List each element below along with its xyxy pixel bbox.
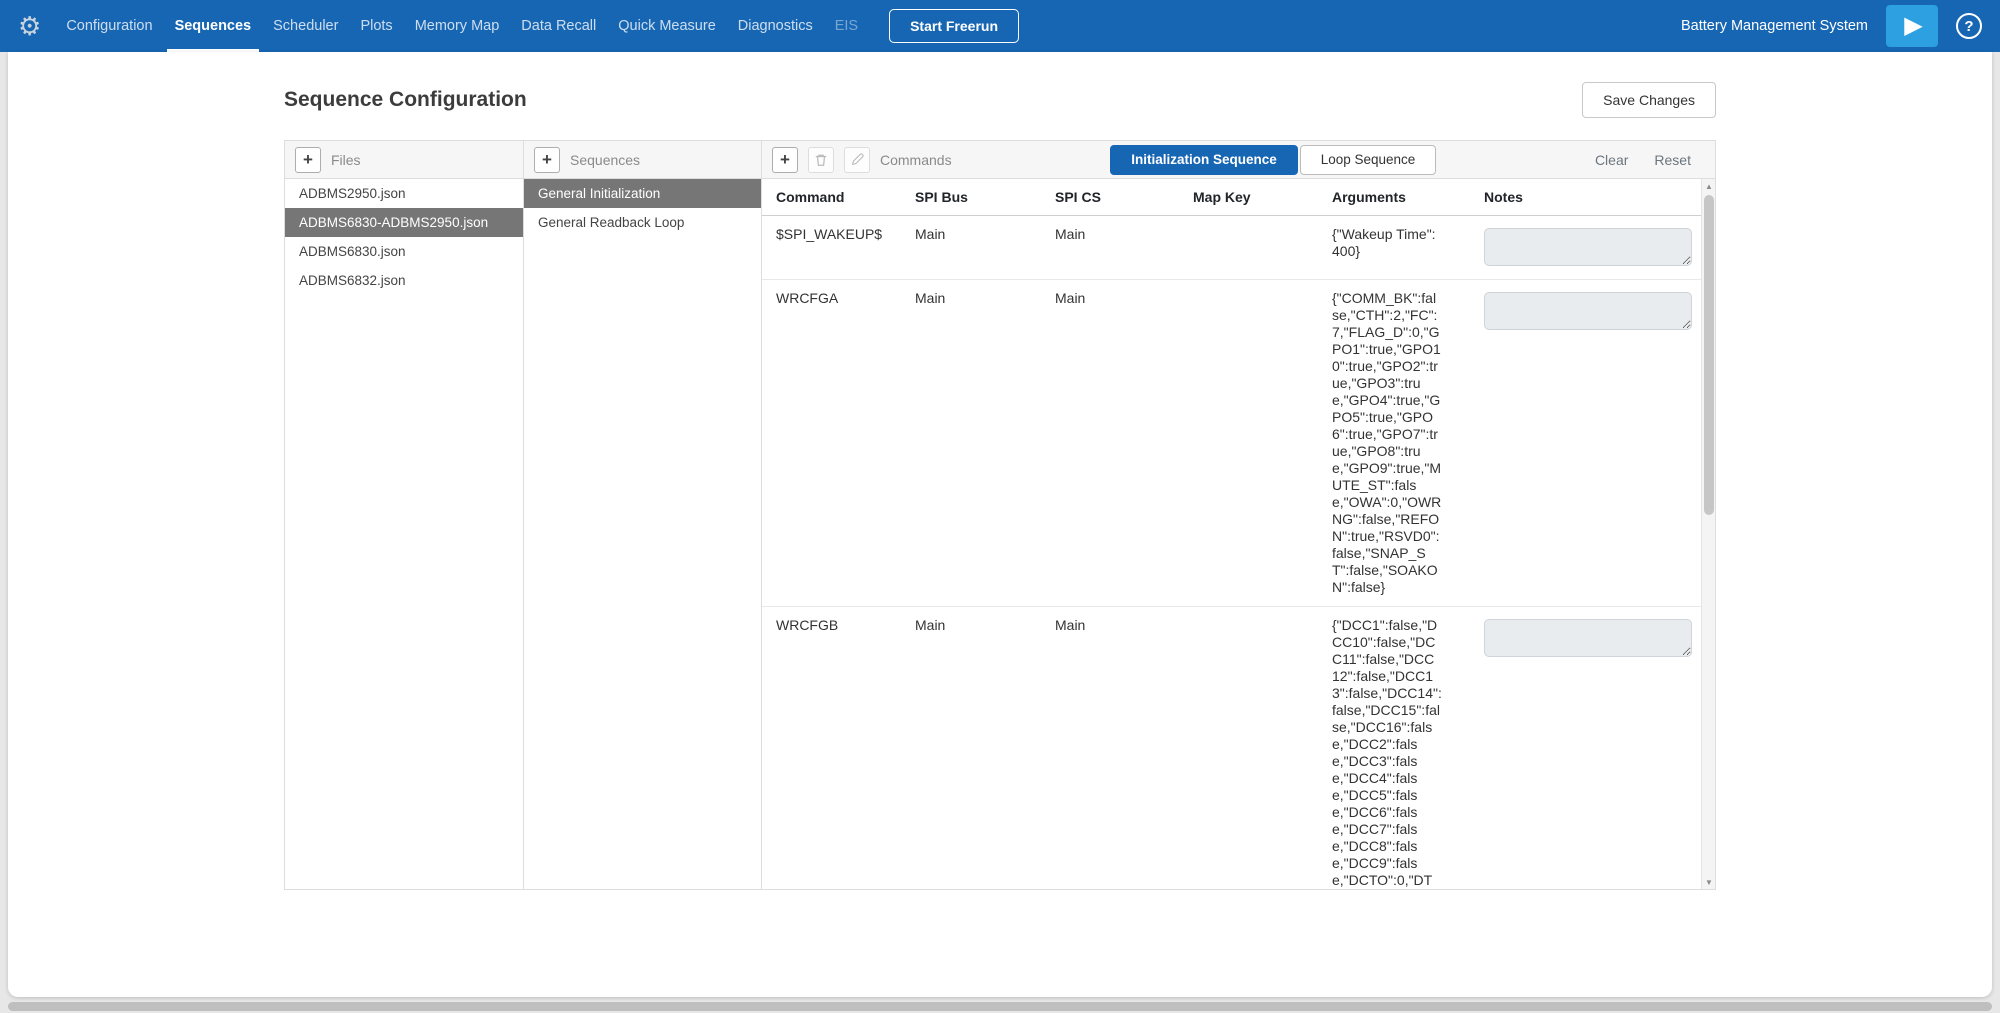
cell-spi-cs: Main bbox=[1047, 280, 1185, 606]
top-navbar: ⚙ Configuration Sequences Scheduler Plot… bbox=[0, 0, 2000, 52]
cell-spi-bus: Main bbox=[907, 607, 1047, 889]
loop-sequence-tab[interactable]: Loop Sequence bbox=[1300, 145, 1437, 175]
commands-table-wrap: Command SPI Bus SPI CS Map Key Arguments… bbox=[762, 179, 1715, 889]
files-panel-header: + Files bbox=[285, 141, 523, 179]
col-notes: Notes bbox=[1476, 179, 1701, 215]
nav-eis: EIS bbox=[827, 0, 866, 52]
cell-notes bbox=[1476, 216, 1701, 279]
scroll-down-icon[interactable]: ▼ bbox=[1702, 875, 1715, 889]
scroll-up-icon[interactable]: ▲ bbox=[1702, 179, 1715, 193]
add-sequence-button[interactable]: + bbox=[534, 147, 560, 173]
reset-link[interactable]: Reset bbox=[1654, 152, 1691, 168]
nav-data-recall[interactable]: Data Recall bbox=[513, 0, 604, 52]
cell-arguments: {"DCC1":false,"DCC10":false,"DCC11":fals… bbox=[1324, 607, 1476, 889]
notes-textarea[interactable] bbox=[1484, 292, 1692, 330]
commands-table-header: Command SPI Bus SPI CS Map Key Arguments… bbox=[762, 179, 1701, 216]
commands-panel-header: + Commands Initialization Sequence Loop … bbox=[762, 141, 1715, 179]
app-title: Battery Management System bbox=[1681, 18, 1868, 34]
cell-command: $SPI_WAKEUP$ bbox=[762, 216, 907, 279]
cell-spi-cs: Main bbox=[1047, 216, 1185, 279]
initialization-sequence-tab[interactable]: Initialization Sequence bbox=[1110, 145, 1298, 175]
sequences-panel-header: + Sequences bbox=[524, 141, 761, 179]
sequence-type-toggle: Initialization Sequence Loop Sequence bbox=[1110, 145, 1436, 175]
sequences-panel: + Sequences General Initialization Gener… bbox=[523, 141, 761, 889]
cell-arguments: {"Wakeup Time":400} bbox=[1324, 216, 1476, 279]
add-command-button[interactable]: + bbox=[772, 147, 798, 173]
sequences-panel-title: Sequences bbox=[570, 152, 640, 168]
cell-map-key bbox=[1185, 216, 1324, 279]
file-item[interactable]: ADBMS6830.json bbox=[285, 237, 523, 266]
main-card: Sequence Configuration Save Changes + Fi… bbox=[8, 52, 1992, 997]
cell-arguments: {"COMM_BK":false,"CTH":2,"FC":7,"FLAG_D"… bbox=[1324, 280, 1476, 606]
cell-spi-bus: Main bbox=[907, 280, 1047, 606]
col-map-key: Map Key bbox=[1185, 179, 1324, 215]
sequence-item-selected[interactable]: General Initialization bbox=[524, 179, 761, 208]
command-row[interactable]: $SPI_WAKEUP$ Main Main {"Wakeup Time":40… bbox=[762, 216, 1701, 280]
save-changes-button[interactable]: Save Changes bbox=[1582, 82, 1716, 118]
file-item[interactable]: ADBMS6832.json bbox=[285, 266, 523, 295]
command-row[interactable]: WRCFGB Main Main {"DCC1":false,"DCC10":f… bbox=[762, 607, 1701, 889]
notes-textarea[interactable] bbox=[1484, 619, 1692, 657]
commands-header-links: Clear Reset bbox=[1595, 152, 1705, 168]
delete-command-button[interactable] bbox=[808, 147, 834, 173]
pencil-icon bbox=[851, 153, 864, 166]
page-title: Sequence Configuration bbox=[284, 88, 527, 112]
settings-gear-icon[interactable]: ⚙ bbox=[18, 13, 41, 39]
files-panel: + Files ADBMS2950.json ADBMS6830-ADBMS29… bbox=[284, 141, 523, 889]
file-item[interactable]: ADBMS2950.json bbox=[285, 179, 523, 208]
cell-notes bbox=[1476, 607, 1701, 889]
question-mark-icon: ? bbox=[1964, 18, 1973, 35]
nav-memory-map[interactable]: Memory Map bbox=[407, 0, 508, 52]
window-horizontal-scrollbar[interactable] bbox=[8, 1002, 1992, 1011]
cell-map-key bbox=[1185, 280, 1324, 606]
play-button[interactable]: ▶ bbox=[1886, 5, 1938, 47]
command-row[interactable]: WRCFGA Main Main {"COMM_BK":false,"CTH":… bbox=[762, 280, 1701, 607]
commands-table: Command SPI Bus SPI CS Map Key Arguments… bbox=[762, 179, 1701, 889]
commands-panel-title: Commands bbox=[880, 152, 952, 168]
nav-sequences[interactable]: Sequences bbox=[167, 0, 260, 52]
panels-container: + Files ADBMS2950.json ADBMS6830-ADBMS29… bbox=[284, 140, 1716, 890]
cell-spi-cs: Main bbox=[1047, 607, 1185, 889]
page-header: Sequence Configuration Save Changes bbox=[284, 52, 1716, 140]
file-item-selected[interactable]: ADBMS6830-ADBMS2950.json bbox=[285, 208, 523, 237]
start-freerun-button[interactable]: Start Freerun bbox=[889, 9, 1019, 43]
cell-map-key bbox=[1185, 607, 1324, 889]
add-file-button[interactable]: + bbox=[295, 147, 321, 173]
nav-diagnostics[interactable]: Diagnostics bbox=[730, 0, 821, 52]
nav-quick-measure[interactable]: Quick Measure bbox=[610, 0, 724, 52]
nav-configuration[interactable]: Configuration bbox=[58, 0, 160, 52]
navbar-right-group: Battery Management System ▶ ? bbox=[1681, 5, 1982, 47]
sequence-item[interactable]: General Readback Loop bbox=[524, 208, 761, 237]
col-spi-cs: SPI CS bbox=[1047, 179, 1185, 215]
notes-textarea[interactable] bbox=[1484, 228, 1692, 266]
scrollbar-thumb[interactable] bbox=[1704, 195, 1714, 515]
trash-icon bbox=[814, 153, 828, 167]
help-button[interactable]: ? bbox=[1956, 13, 1982, 39]
play-icon: ▶ bbox=[1904, 14, 1922, 38]
col-arguments: Arguments bbox=[1324, 179, 1476, 215]
main-nav: Configuration Sequences Scheduler Plots … bbox=[55, 0, 869, 52]
commands-scrollbar[interactable]: ▲ ▼ bbox=[1701, 179, 1715, 889]
col-spi-bus: SPI Bus bbox=[907, 179, 1047, 215]
cell-command: WRCFGA bbox=[762, 280, 907, 606]
files-panel-title: Files bbox=[331, 152, 361, 168]
edit-command-button[interactable] bbox=[844, 147, 870, 173]
sequences-list: General Initialization General Readback … bbox=[524, 179, 761, 237]
commands-panel: + Commands Initialization Sequence Loop … bbox=[761, 141, 1716, 889]
files-list: ADBMS2950.json ADBMS6830-ADBMS2950.json … bbox=[285, 179, 523, 295]
cell-command: WRCFGB bbox=[762, 607, 907, 889]
cell-notes bbox=[1476, 280, 1701, 606]
nav-scheduler[interactable]: Scheduler bbox=[265, 0, 346, 52]
nav-plots[interactable]: Plots bbox=[352, 0, 400, 52]
clear-link[interactable]: Clear bbox=[1595, 152, 1628, 168]
cell-spi-bus: Main bbox=[907, 216, 1047, 279]
col-command: Command bbox=[762, 179, 907, 215]
